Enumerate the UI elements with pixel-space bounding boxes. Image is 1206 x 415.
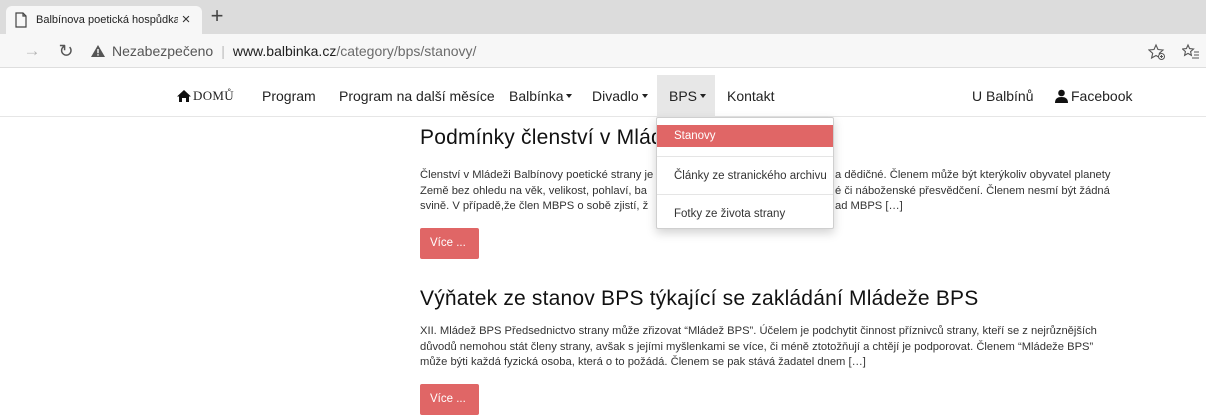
nav-home[interactable]: DOMŮ [176, 88, 234, 104]
excerpt-line: a dědičné. Členem může být kterýkoliv ob… [835, 169, 1111, 181]
post-excerpt-tail: a dědičné. Členem může být kterýkoliv ob… [835, 168, 1145, 215]
nav-bps-label: BPS [669, 88, 698, 104]
nav-program-label: Program [262, 88, 316, 104]
nav-facebook-label: Facebook [1071, 88, 1133, 104]
tab-title: Balbínova poetická hospůdka [36, 14, 178, 26]
dropdown-item-clanky[interactable]: Články ze stranického archivu [657, 165, 833, 187]
security-status[interactable]: Nezabezpečeno [112, 43, 213, 59]
nav-program-next[interactable]: Program na další měsíce [339, 88, 495, 104]
dropdown-item-fotky[interactable]: Fotky ze života strany [657, 203, 833, 225]
address-bar[interactable]: Nezabezpečeno | www.balbinka.cz/category… [90, 39, 1130, 63]
browser-toolbar: → ↻ Nezabezpečeno | www.balbinka.cz/cate… [0, 34, 1206, 68]
nav-u-balbinu-label: U Balbínů [972, 88, 1034, 104]
post-excerpt: XII. Mládež BPS Předsednictvo strany můž… [420, 324, 1140, 371]
nav-kontakt-label: Kontakt [727, 88, 775, 104]
post-title[interactable]: Výňatek ze stanov BPS týkající se zaklád… [420, 287, 978, 311]
chevron-down-icon [566, 94, 573, 98]
nav-program-next-label: Program na další měsíce [339, 88, 495, 104]
url-path: /category/bps/stanovy/ [336, 43, 477, 59]
home-icon [177, 90, 191, 102]
nav-balbinka[interactable]: Balbínka [509, 88, 573, 104]
back-icon[interactable]: → [22, 41, 42, 61]
page-icon [15, 12, 27, 28]
nav-facebook[interactable]: Facebook [1054, 88, 1132, 104]
excerpt-line: ad MBPS […] [835, 200, 903, 212]
favorites-icon[interactable] [1182, 43, 1200, 61]
nav-balbinka-label: Balbínka [509, 88, 564, 104]
excerpt-line: é či náboženské přesvědčení. Členem nesm… [835, 184, 1110, 197]
user-icon [1055, 89, 1068, 103]
reload-icon[interactable]: ↻ [56, 41, 76, 61]
browser-tab[interactable]: Balbínova poetická hospůdka × [6, 6, 202, 34]
nav-kontakt[interactable]: Kontakt [727, 88, 774, 104]
url-host: www.balbinka.cz [232, 43, 337, 59]
bps-dropdown-menu: Stanovy Články ze stranického archivu Fo… [656, 117, 834, 229]
browser-tabstrip: Balbínova poetická hospůdka × + [0, 0, 1206, 34]
nav-divadlo-label: Divadlo [592, 88, 639, 104]
read-more-button[interactable]: Více ... [420, 384, 479, 415]
excerpt-line: důvodů nemohou stát členy strany, avšak … [420, 340, 1094, 353]
nav-program[interactable]: Program [262, 88, 316, 104]
address-separator: | [221, 43, 225, 59]
nav-bps[interactable]: BPS [669, 88, 707, 104]
nav-home-label: DOMŮ [193, 88, 234, 103]
post-title[interactable]: Podmínky členství v Mláde [420, 126, 675, 150]
excerpt-line: může býti každá fyzická osoba, která o t… [420, 356, 866, 368]
favorite-add-icon[interactable] [1148, 43, 1166, 61]
read-more-button[interactable]: Více ... [420, 228, 479, 259]
close-tab-icon[interactable]: × [178, 12, 194, 28]
warning-icon [91, 45, 105, 57]
dropdown-divider [657, 156, 833, 157]
new-tab-button[interactable]: + [206, 5, 228, 28]
chevron-down-icon [641, 94, 648, 98]
nav-u-balbinu[interactable]: U Balbínů [972, 88, 1033, 104]
dropdown-item-stanovy[interactable]: Stanovy [657, 125, 833, 147]
excerpt-line: XII. Mládež BPS Předsednictvo strany můž… [420, 325, 1097, 337]
site-navbar: DOMŮ Program Program na další měsíce Bal… [0, 75, 1206, 117]
nav-divadlo[interactable]: Divadlo [592, 88, 648, 104]
dropdown-divider [657, 194, 833, 195]
chevron-down-icon [700, 94, 707, 98]
